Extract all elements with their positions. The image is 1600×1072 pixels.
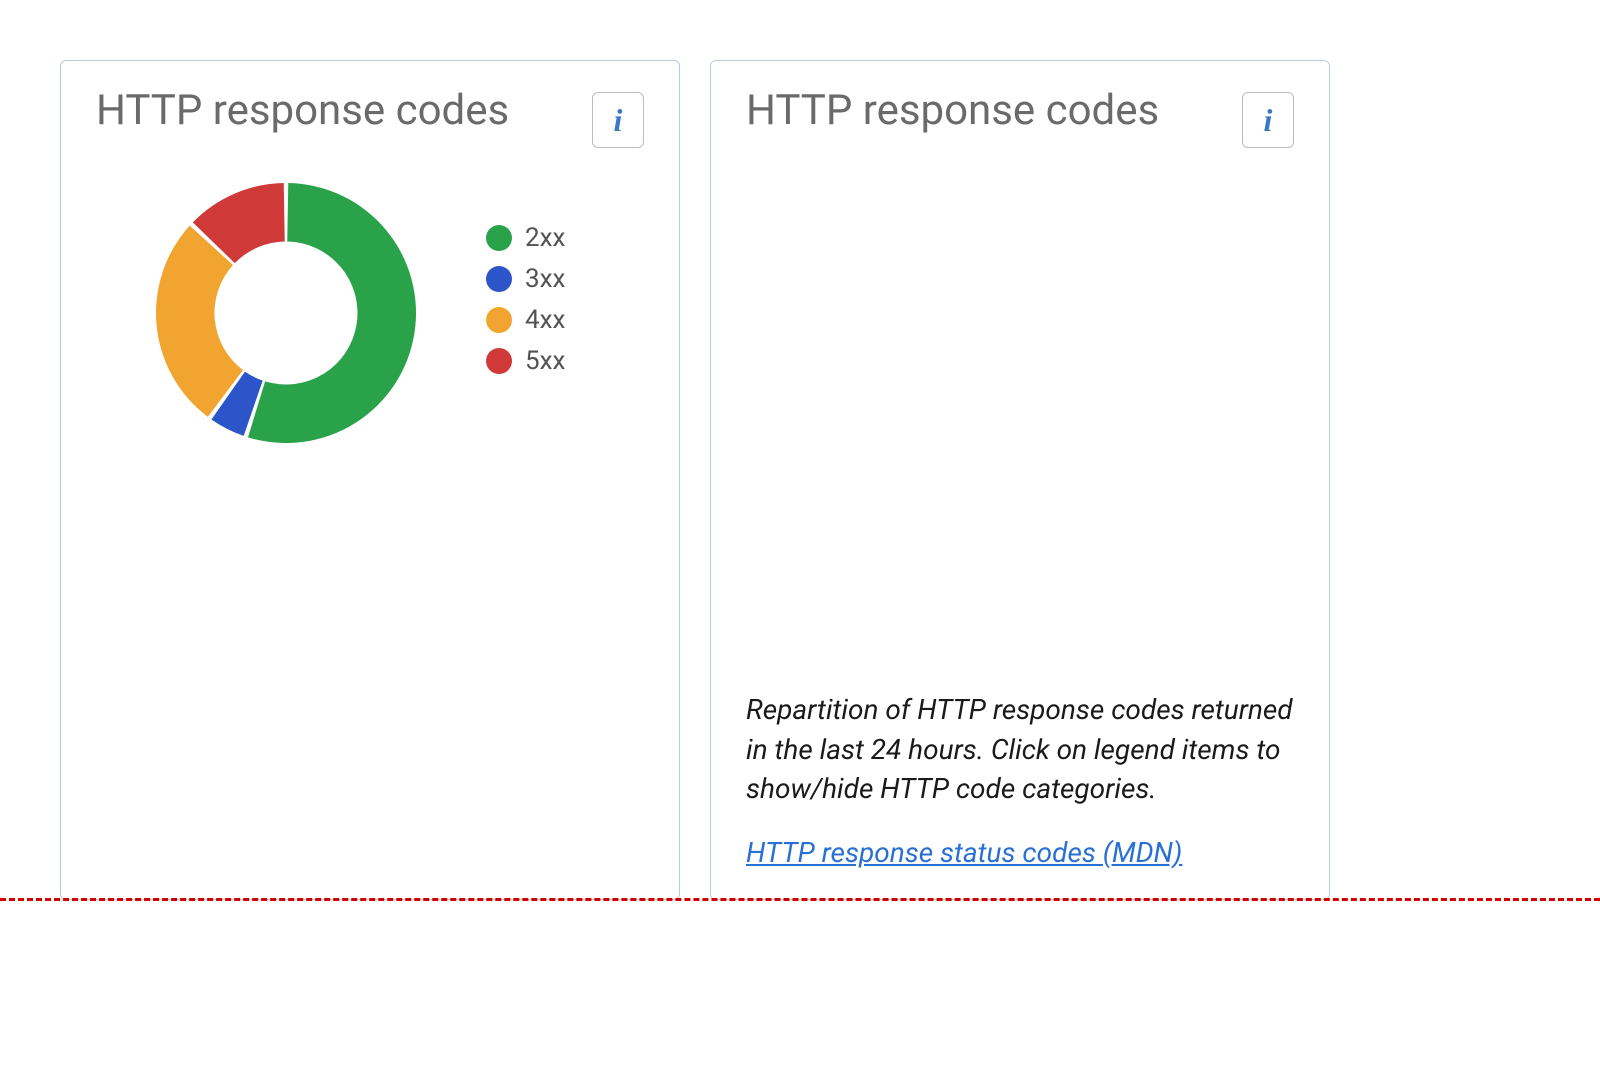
legend-item-5xx[interactable]: 5xx (486, 346, 565, 376)
legend-label: 5xx (525, 346, 565, 376)
legend-swatch (486, 266, 512, 292)
chart-legend: 2xx 3xx 4xx 5xx (486, 223, 565, 376)
legend-swatch (486, 348, 512, 374)
info-icon: i (1264, 102, 1273, 139)
info-button[interactable]: i (592, 92, 644, 148)
http-codes-panel-chart: HTTP response codes i 2xx 3xx 4xx 5xx (60, 60, 680, 900)
donut-chart (156, 183, 416, 443)
legend-label: 4xx (525, 305, 565, 335)
panel-title: HTTP response codes (746, 86, 1159, 136)
legend-item-4xx[interactable]: 4xx (486, 305, 565, 335)
legend-label: 2xx (525, 223, 565, 253)
crop-guide-line (0, 898, 1600, 901)
legend-swatch (486, 307, 512, 333)
mdn-link[interactable]: HTTP response status codes (MDN) (746, 836, 1182, 869)
info-description: Repartition of HTTP response codes retur… (746, 690, 1294, 808)
info-icon: i (614, 102, 623, 139)
panel-title: HTTP response codes (96, 86, 509, 136)
legend-label: 3xx (525, 264, 565, 294)
legend-swatch (486, 225, 512, 251)
chart-area: 2xx 3xx 4xx 5xx (96, 183, 644, 443)
info-body: Repartition of HTTP response codes retur… (746, 660, 1294, 869)
legend-item-3xx[interactable]: 3xx (486, 264, 565, 294)
http-codes-panel-info: HTTP response codes i Repartition of HTT… (710, 60, 1330, 900)
legend-item-2xx[interactable]: 2xx (486, 223, 565, 253)
panel-header: HTTP response codes i (96, 86, 644, 148)
panel-header: HTTP response codes i (746, 86, 1294, 148)
info-button[interactable]: i (1242, 92, 1294, 148)
